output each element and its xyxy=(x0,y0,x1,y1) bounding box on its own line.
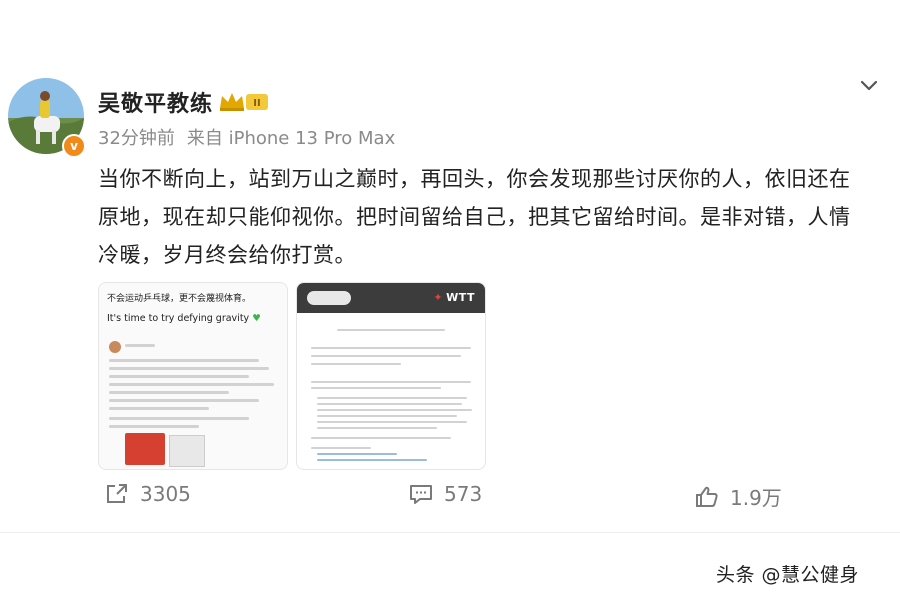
crown-label: II xyxy=(253,98,260,109)
image-1-photo xyxy=(125,433,165,465)
action-bar: 3305 573 1.9万 xyxy=(0,482,900,518)
post-meta: 32分钟前 来自 iPhone 13 Pro Max xyxy=(98,124,395,150)
image-1-subline-text: It's time to try defying gravity xyxy=(107,313,250,324)
verified-badge: v xyxy=(62,134,86,158)
share-count: 3305 xyxy=(140,482,191,506)
green-heart-icon: ♥ xyxy=(252,313,261,324)
comment-count: 573 xyxy=(444,482,483,506)
crown-icon[interactable]: II xyxy=(218,88,270,114)
image-1-avatar xyxy=(109,341,121,353)
post-source: 来自 iPhone 13 Pro Max xyxy=(186,128,396,149)
chevron-down-icon[interactable] xyxy=(858,74,880,96)
wtt-mark-icon: ✦ xyxy=(433,291,444,304)
share-button[interactable]: 3305 xyxy=(104,482,191,506)
document-logo-left xyxy=(307,291,351,305)
image-1-subline: It's time to try defying gravity ♥ xyxy=(107,313,261,324)
like-count: 1.9万 xyxy=(730,486,782,510)
post-image-2[interactable]: ✦ WTT xyxy=(296,282,486,470)
comment-button[interactable]: 573 xyxy=(408,482,482,506)
weibo-post: v 吴敬平教练 II 32分钟前 来自 iPhone 13 Pro Max 当你… xyxy=(0,0,900,532)
divider xyxy=(0,532,900,533)
author-name[interactable]: 吴敬平教练 xyxy=(98,86,213,118)
wtt-logo-text: WTT xyxy=(446,291,475,304)
share-icon xyxy=(107,484,127,503)
thumbs-up-icon xyxy=(696,486,718,507)
post-text: 当你不断向上，站到万山之巅时，再回头，你会发现那些讨厌你的人，依旧还在原地，现在… xyxy=(98,167,851,267)
image-1-headline: 不会运动乒乓球，更不会蔑视体育。 xyxy=(107,294,252,304)
post-image-1[interactable]: 不会运动乒乓球，更不会蔑视体育。 It's time to try defyin… xyxy=(98,282,288,470)
watermark: 头条 @慧公健身 xyxy=(716,564,860,586)
post-time: 32分钟前 xyxy=(98,128,175,149)
comment-icon xyxy=(410,485,432,504)
like-button[interactable]: 1.9万 xyxy=(694,482,782,511)
image-1-photo-2 xyxy=(169,435,205,467)
wtt-logo: ✦ WTT xyxy=(433,291,475,304)
